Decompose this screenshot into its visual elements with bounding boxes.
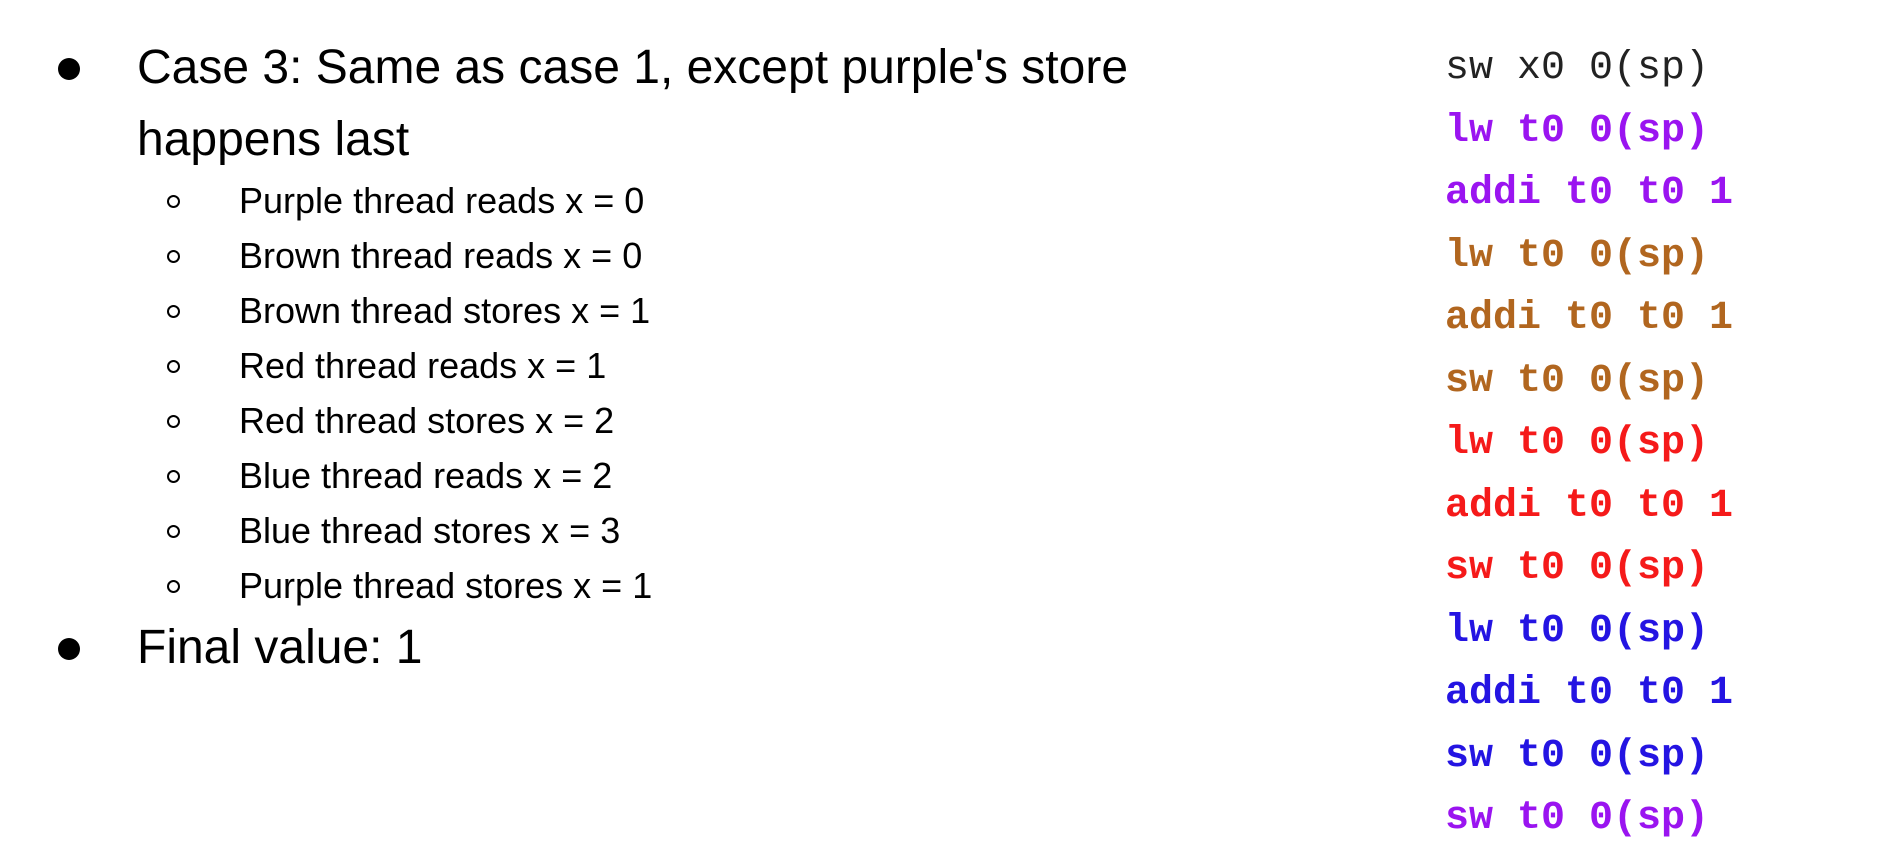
hollow-bullet-icon xyxy=(167,415,180,428)
assembly-code-block: sw x0 0(sp) lw t0 0(sp) addi t0 t0 1 lw t0 … xyxy=(1445,38,1875,851)
code-line: addi t0 t0 1 xyxy=(1445,171,1734,216)
final-value-text: Final value: 1 xyxy=(137,621,423,674)
code-line: sw t0 0(sp) xyxy=(1445,796,1710,841)
step-text: Purple thread reads x = 0 xyxy=(239,180,645,221)
code-line: sw t0 0(sp) xyxy=(1445,733,1710,779)
hollow-bullet-icon xyxy=(167,250,180,263)
code-line: addi t0 t0 1 xyxy=(1445,671,1734,716)
step-text: Purple thread stores x = 1 xyxy=(239,565,653,606)
case-3-heading-line2: happens last xyxy=(137,113,410,166)
hollow-bullet-icon xyxy=(167,580,180,593)
step-text: Blue thread reads x = 2 xyxy=(239,455,613,496)
step-text: Blue thread stores x = 3 xyxy=(239,510,621,551)
code-line: lw t0 0(sp) xyxy=(1445,108,1710,154)
step-text: Red thread stores x = 2 xyxy=(239,400,615,441)
code-line: sw t0 0(sp) xyxy=(1445,358,1710,404)
code-line: lw t0 0(sp) xyxy=(1445,608,1710,654)
code-line: addi t0 t0 1 xyxy=(1445,483,1734,529)
code-line: lw t0 0(sp) xyxy=(1445,421,1710,466)
hollow-bullet-icon xyxy=(167,360,180,373)
step-text: Brown thread stores x = 1 xyxy=(239,290,651,331)
bullet-list: Case 3: Same as case 1, except purple's … xyxy=(0,0,1400,860)
code-line: sw x0 0(sp) xyxy=(1445,46,1710,91)
bullet-final-value: Final value: 1 xyxy=(0,612,1300,684)
slide: Case 3: Same as case 1, except purple's … xyxy=(0,0,1888,860)
hollow-bullet-icon xyxy=(167,470,180,483)
code-line: lw t0 0(sp) xyxy=(1445,233,1710,279)
code-line: addi t0 t0 1 xyxy=(1445,296,1734,341)
case-3-heading-line1: Case 3: Same as case 1, except purple's … xyxy=(137,41,1129,94)
bullet-dot xyxy=(58,638,80,660)
hollow-bullet-icon xyxy=(167,195,180,208)
hollow-bullet-icon xyxy=(167,525,180,538)
bullet-case-3: Case 3: Same as case 1, except purple's … xyxy=(0,32,1300,176)
code-line: sw t0 0(sp) xyxy=(1445,546,1710,591)
step-text: Brown thread reads x = 0 xyxy=(239,235,643,276)
bullet-dot xyxy=(58,58,80,80)
step-text: Red thread reads x = 1 xyxy=(239,345,607,386)
hollow-bullet-icon xyxy=(167,305,180,318)
